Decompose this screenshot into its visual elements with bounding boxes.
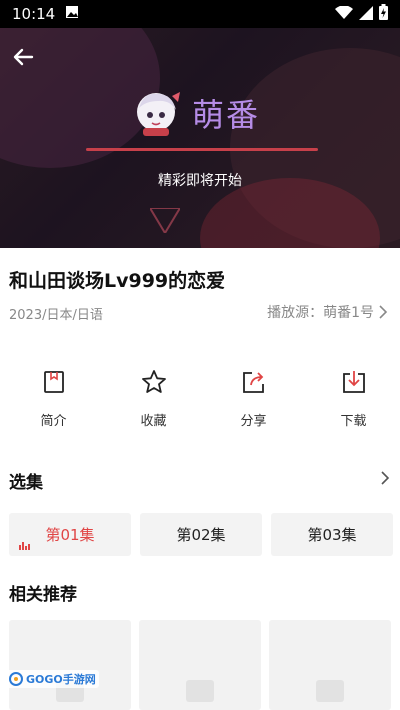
share-icon bbox=[240, 368, 268, 396]
brand-name: 萌番 bbox=[192, 96, 261, 134]
episode-item[interactable]: 第03集 bbox=[271, 513, 393, 556]
bookmark-icon bbox=[40, 368, 68, 396]
favorite-label: 收藏 bbox=[140, 414, 167, 429]
star-icon bbox=[140, 368, 168, 396]
signal-icon bbox=[359, 5, 373, 24]
playing-indicator-icon bbox=[19, 542, 30, 550]
episode-label: 第02集 bbox=[176, 526, 226, 544]
status-bar: 10:14 bbox=[0, 0, 400, 28]
tv-placeholder-icon bbox=[316, 680, 344, 702]
chevron-right-icon bbox=[381, 471, 390, 485]
source-selector[interactable]: 播放源：萌番1号 bbox=[267, 302, 388, 322]
watermark-text: GOGO手游网 bbox=[26, 673, 96, 686]
episode-list: 第01集 第02集 第03集 bbox=[9, 513, 393, 556]
mascot-icon bbox=[137, 92, 180, 136]
episodes-title: 选集 bbox=[9, 473, 43, 493]
intro-button[interactable]: 简介 bbox=[7, 368, 100, 429]
recommendation-list bbox=[9, 620, 391, 710]
action-bar: 简介 收藏 分享 下载 bbox=[0, 368, 400, 429]
episodes-more-button[interactable] bbox=[380, 470, 390, 489]
tv-placeholder-icon bbox=[186, 680, 214, 702]
battery-icon bbox=[379, 4, 388, 24]
loading-bar bbox=[86, 148, 318, 151]
decor-triangle bbox=[150, 208, 180, 233]
episode-item[interactable]: 第01集 bbox=[9, 513, 131, 556]
episode-item[interactable]: 第02集 bbox=[140, 513, 262, 556]
video-player[interactable]: 萌番 精彩即将开始 bbox=[0, 28, 400, 248]
download-label: 下载 bbox=[340, 414, 367, 429]
arrow-left-icon bbox=[13, 48, 34, 66]
share-label: 分享 bbox=[240, 414, 267, 429]
watermark-logo-icon bbox=[9, 672, 23, 686]
recommendation-card[interactable] bbox=[139, 620, 261, 710]
share-button[interactable]: 分享 bbox=[207, 368, 300, 429]
back-button[interactable] bbox=[8, 42, 38, 72]
status-time: 10:14 bbox=[12, 5, 56, 23]
gallery-icon bbox=[65, 5, 79, 23]
recommendation-card[interactable] bbox=[9, 620, 131, 710]
download-icon bbox=[340, 368, 368, 396]
video-meta: 2023/日本/日语 bbox=[9, 308, 103, 323]
download-button[interactable]: 下载 bbox=[307, 368, 400, 429]
video-title: 和山田谈场Lv999的恋爱 bbox=[9, 270, 226, 292]
episode-label: 第01集 bbox=[45, 526, 95, 544]
recommendation-card[interactable] bbox=[269, 620, 391, 710]
recommendations-title: 相关推荐 bbox=[9, 585, 77, 605]
watermark: GOGO手游网 bbox=[6, 670, 99, 688]
loading-text: 精彩即将开始 bbox=[158, 173, 242, 189]
episode-label: 第03集 bbox=[307, 526, 357, 544]
intro-label: 简介 bbox=[40, 414, 67, 429]
brand-logo: 萌番 bbox=[130, 88, 260, 138]
favorite-button[interactable]: 收藏 bbox=[107, 368, 200, 429]
source-label: 播放源：萌番1号 bbox=[267, 305, 374, 321]
wifi-icon bbox=[335, 4, 353, 24]
chevron-right-icon bbox=[379, 305, 388, 319]
